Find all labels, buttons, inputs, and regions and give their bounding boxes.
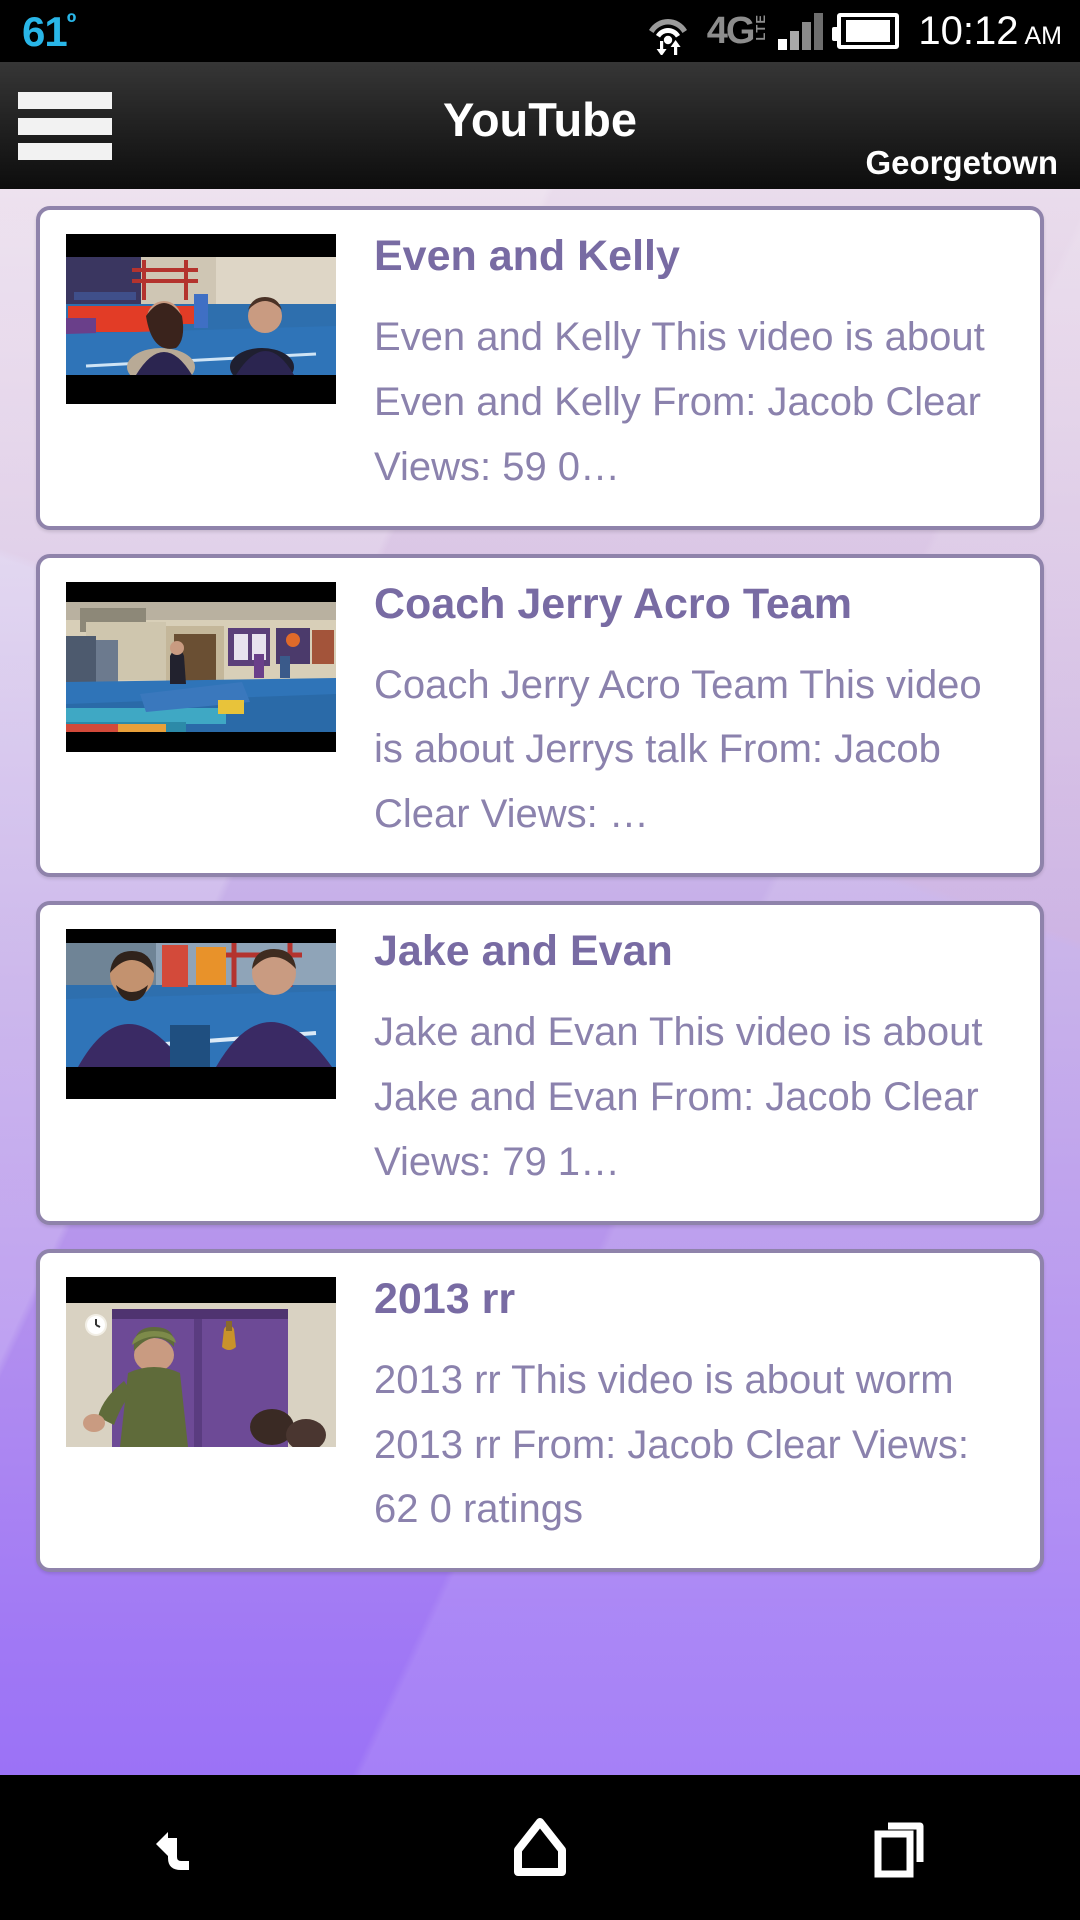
status-bar: 61º 4G LTE 10:12 AM (0, 0, 1080, 62)
video-description: Jake and Evan This video is about Jake a… (374, 1010, 983, 1184)
list-item[interactable]: Even and Kelly Even and Kelly This video… (36, 206, 1044, 530)
network-sub-label: LTE (753, 14, 769, 41)
back-button[interactable] (100, 1793, 260, 1903)
degree-symbol: º (66, 7, 76, 37)
list-item[interactable]: Jake and Evan Jake and Evan This video i… (36, 901, 1044, 1225)
wifi-icon (640, 5, 696, 57)
list-item[interactable]: 2013 rr 2013 rr This video is about worm… (36, 1248, 1044, 1573)
video-description: Coach Jerry Acro Team This video is abou… (374, 662, 982, 837)
android-navigation-bar (0, 1775, 1080, 1920)
temperature-indicator: 61º (22, 7, 76, 55)
video-title: Even and Kelly (374, 234, 680, 280)
list-item[interactable]: Coach Jerry Acro Team Coach Jerry Acro T… (36, 553, 1044, 878)
network-type-icon: 4G LTE (706, 10, 769, 52)
home-button[interactable] (460, 1793, 620, 1903)
video-info: Coach Jerry Acro Team Coach Jerry Acro T… (336, 582, 1014, 848)
app-header: YouTube Georgetown (0, 62, 1080, 189)
clock-meridiem: AM (1024, 21, 1063, 50)
even-and-kelly-thumbnail[interactable] (66, 234, 336, 404)
video-info: 2013 rr 2013 rr This video is about worm… (336, 1277, 1014, 1543)
account-name: Georgetown (865, 144, 1058, 181)
battery-icon (832, 13, 900, 49)
clock: 10:12 AM (918, 9, 1062, 54)
status-icons: 4G LTE 10:12 AM (640, 5, 1062, 57)
signal-bars-icon (778, 12, 824, 50)
video-title: Coach Jerry Acro Team (374, 581, 852, 627)
coach-jerry-acro-team-thumbnail[interactable] (66, 581, 336, 752)
recent-apps-button[interactable] (820, 1793, 980, 1903)
network-type-label: 4G (706, 10, 756, 52)
video-info: Jake and Evan Jake and Evan This video i… (336, 929, 1014, 1195)
2013-rr-thumbnail[interactable] (66, 1276, 336, 1447)
video-info: Even and Kelly Even and Kelly This video… (336, 234, 1014, 500)
page-title: YouTube (442, 93, 638, 146)
temperature-value: 61 (22, 8, 68, 55)
jake-and-evan-thumbnail[interactable] (66, 929, 336, 1100)
video-list[interactable]: Even and Kelly Even and Kelly This video… (0, 189, 1080, 1775)
video-description: Even and Kelly This video is about Even … (374, 315, 985, 489)
video-description: 2013 rr This video is about worm 2013 rr… (374, 1357, 970, 1532)
clock-time: 10:12 (918, 8, 1019, 53)
video-title: 2013 rr (374, 1276, 516, 1322)
video-title: Jake and Evan (374, 929, 673, 975)
